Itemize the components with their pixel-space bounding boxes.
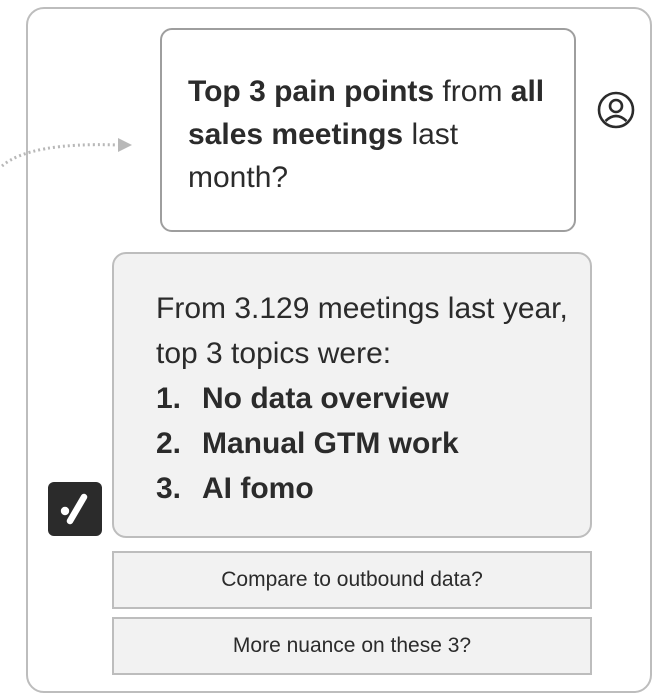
answer-intro: From 3.129 meetings last year, top 3 top… [156,292,568,370]
user-message-bold-1: Top 3 pain points [188,75,435,108]
answer-list-item: 2. Manual GTM work [156,421,570,466]
assistant-answer-bubble: From 3.129 meetings last year, top 3 top… [112,252,592,538]
answer-item-label: AI fomo [202,472,314,505]
answer-list-item: 1. No data overview [156,376,570,421]
app-logo-icon [48,482,102,536]
answer-item-number: 3. [156,472,182,505]
answer-list: 1. No data overview 2. Manual GTM work 3. A… [156,376,570,511]
suggestion-compare-outbound-button[interactable]: Compare to outbound data? [112,551,592,609]
answer-item-label: No data overview [202,382,449,415]
user-message-bubble: Top 3 pain points from all sales meeting… [160,28,576,232]
dotted-arrow-connector [1,138,132,168]
answer-item-label: Manual GTM work [202,427,459,460]
answer-item-number: 1. [156,382,182,415]
suggestion-more-nuance-button[interactable]: More nuance on these 3? [112,617,592,675]
user-avatar-icon [597,91,635,129]
answer-list-item: 3. AI fomo [156,466,570,511]
answer-item-number: 2. [156,427,182,460]
user-message-text-1: from [434,75,511,108]
